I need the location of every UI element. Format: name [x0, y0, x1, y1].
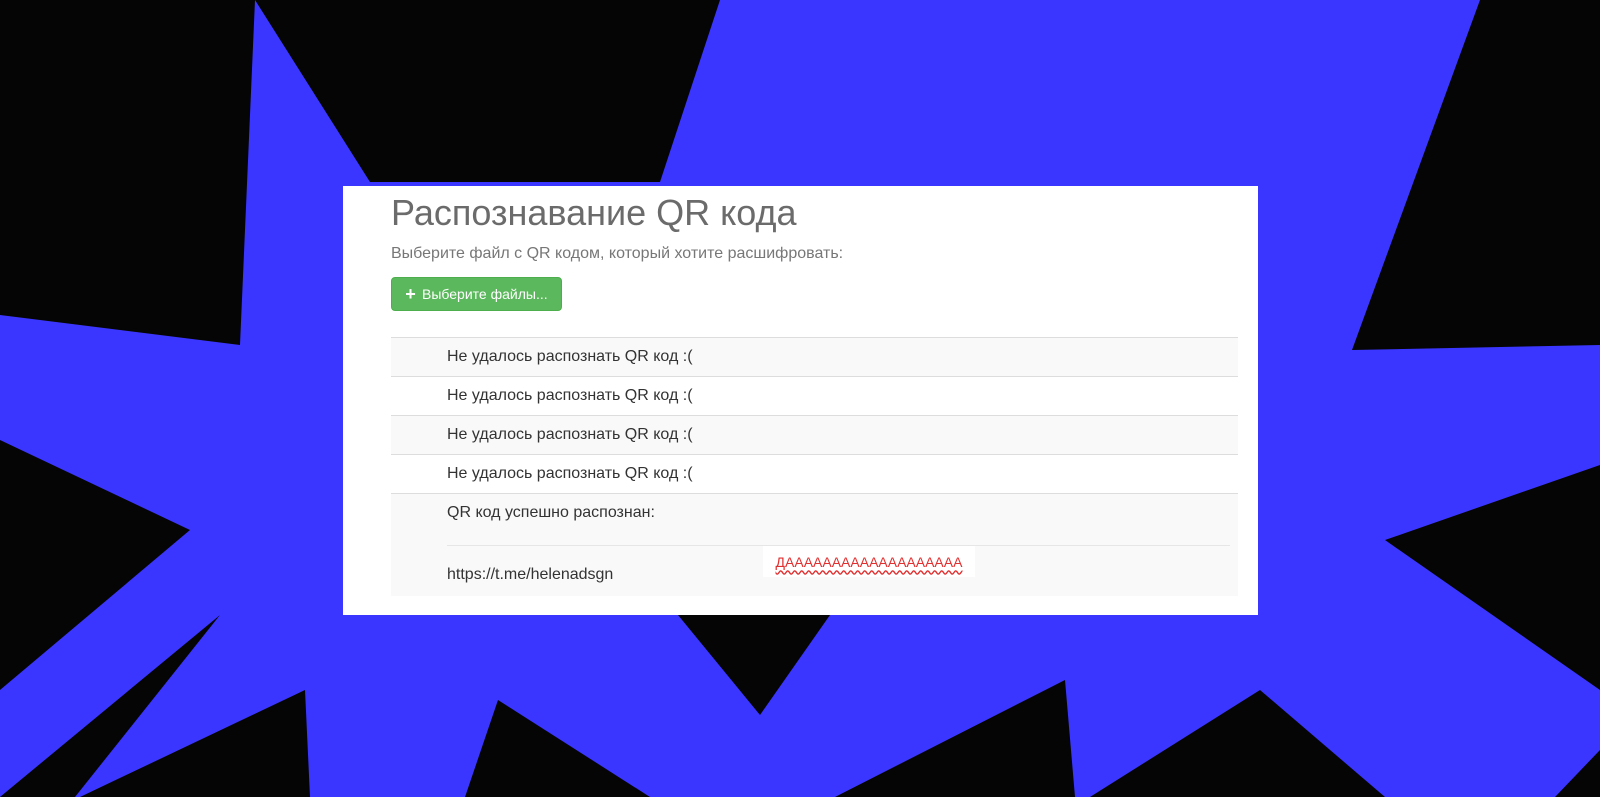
- plus-icon: +: [405, 284, 416, 304]
- annotation-note: ДААААААААААААААААААА: [763, 546, 975, 577]
- result-message: Не удалось распознать QR код :(: [447, 465, 693, 482]
- choose-files-label: Выберите файлы...: [422, 286, 548, 302]
- decoded-url[interactable]: https://t.me/helenadsgn: [447, 566, 613, 584]
- choose-files-button[interactable]: + Выберите файлы...: [391, 277, 562, 311]
- page-title: Распознавание QR кода: [391, 192, 797, 233]
- result-row-failed: Не удалось распознать QR код :(: [391, 338, 1238, 377]
- result-message: Не удалось распознать QR код :(: [447, 387, 693, 404]
- result-row-failed: Не удалось распознать QR код :(: [391, 455, 1238, 494]
- success-message: QR код успешно распознан:: [447, 504, 655, 521]
- result-message: Не удалось распознать QR код :(: [447, 348, 693, 365]
- result-row-success: QR код успешно распознан: https://t.me/h…: [391, 494, 1238, 596]
- result-row-failed: Не удалось распознать QR код :(: [391, 416, 1238, 455]
- result-row-failed: Не удалось распознать QR код :(: [391, 377, 1238, 416]
- page-subtitle: Выберите файл с QR кодом, который хотите…: [391, 245, 844, 262]
- result-message: Не удалось распознать QR код :(: [447, 426, 693, 443]
